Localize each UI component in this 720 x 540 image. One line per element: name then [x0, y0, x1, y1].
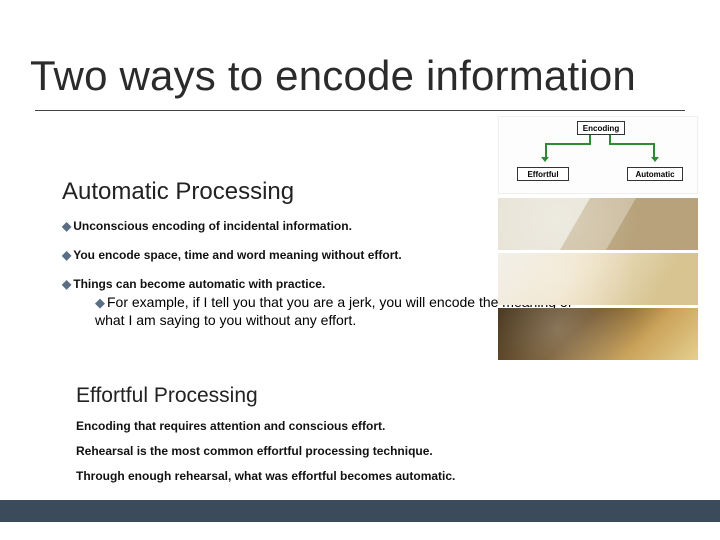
diagram-connector [589, 135, 591, 143]
diagram-connector [609, 135, 611, 143]
photo-placeholder [498, 198, 698, 250]
photo-column [498, 198, 698, 363]
body-line: Encoding that requires attention and con… [76, 419, 385, 433]
heading-effortful: Effortful Processing [76, 384, 258, 408]
bullet-text: Things can become automatic with practic… [73, 277, 325, 291]
diagram-connector [545, 143, 591, 145]
encoding-diagram: Encoding Effortful Automatic [498, 116, 698, 194]
diagram-connector [653, 143, 655, 157]
body-line: Rehearsal is the most common effortful p… [76, 444, 433, 458]
diagram-box-encoding: Encoding [577, 121, 625, 135]
diagram-box-effortful: Effortful [517, 167, 569, 181]
slide: Two ways to encode information Encoding … [0, 0, 720, 540]
arrow-down-icon [541, 157, 549, 162]
diagram-box-automatic: Automatic [627, 167, 683, 181]
diamond-bullet-icon: ◆ [62, 277, 71, 291]
body-line: Through enough rehearsal, what was effor… [76, 469, 455, 483]
title-underline [35, 110, 685, 111]
diamond-bullet-icon: ◆ [95, 295, 105, 310]
photo-placeholder [498, 253, 698, 305]
bullet-item: ◆Unconscious encoding of incidental info… [62, 219, 352, 233]
diamond-bullet-icon: ◆ [62, 248, 71, 262]
slide-title: Two ways to encode information [30, 52, 636, 100]
bullet-item: ◆You encode space, time and word meaning… [62, 248, 402, 262]
footer-bar [0, 500, 720, 522]
heading-automatic: Automatic Processing [62, 178, 294, 206]
arrow-down-icon [651, 157, 659, 162]
diagram-connector [545, 143, 547, 157]
diagram-connector [609, 143, 655, 145]
diamond-bullet-icon: ◆ [62, 219, 71, 233]
photo-placeholder [498, 308, 698, 360]
bullet-item: ◆Things can become automatic with practi… [62, 277, 325, 291]
bullet-text: Unconscious encoding of incidental infor… [73, 219, 352, 233]
bullet-text: You encode space, time and word meaning … [73, 248, 401, 262]
